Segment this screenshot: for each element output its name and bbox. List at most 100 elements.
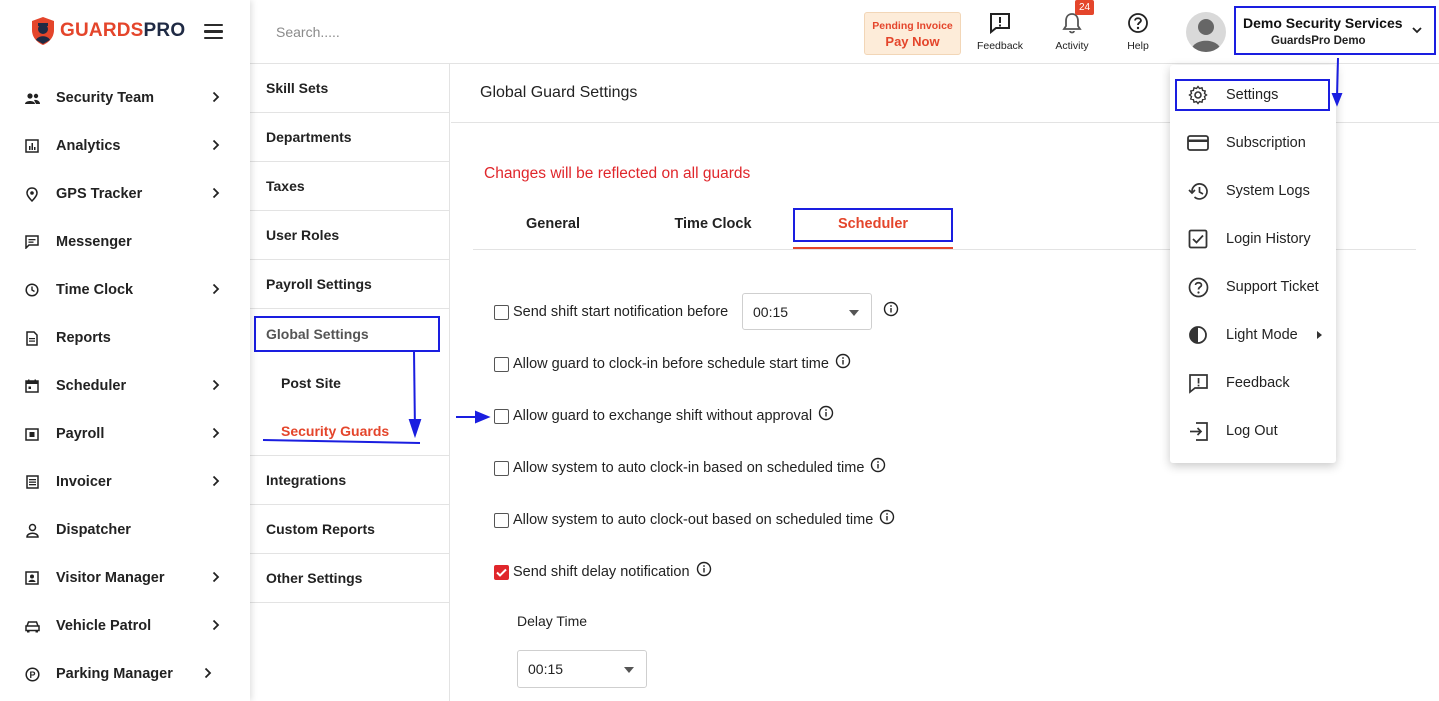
avatar[interactable] — [1186, 12, 1226, 52]
exchange-shift-checkbox[interactable] — [494, 408, 509, 424]
feedback-icon — [990, 13, 1010, 34]
chevron-right-icon — [212, 619, 220, 631]
delay-time-select[interactable]: 00:15 — [517, 650, 647, 688]
settings-item-skill-sets[interactable]: Skill Sets — [250, 64, 449, 113]
pending-invoice-label: Pending Invoice — [872, 20, 953, 32]
sidebar-item-scheduler[interactable]: Scheduler — [0, 362, 250, 410]
sidebar-item-label: Visitor Manager — [56, 570, 165, 586]
option-label: Allow system to auto clock-out based on … — [513, 512, 874, 528]
sidebar-item-label: Vehicle Patrol — [56, 618, 152, 634]
help-button[interactable]: Help — [1108, 12, 1168, 52]
shift-start-notification-checkbox[interactable] — [494, 304, 509, 320]
menu-item-login-history[interactable]: Login History — [1170, 215, 1336, 263]
settings-highlight-box — [1175, 79, 1330, 111]
shift-start-time-select[interactable]: 00:15 — [742, 293, 872, 330]
settings-subitem-post-site[interactable]: Post Site — [250, 359, 449, 407]
settings-subitem-security-guards[interactable]: Security Guards — [250, 407, 449, 455]
car-icon — [24, 618, 40, 634]
help-label: Help — [1127, 40, 1149, 52]
settings-item-integrations[interactable]: Integrations — [250, 456, 449, 505]
auto-clock-out-checkbox[interactable] — [494, 512, 509, 528]
info-icon[interactable] — [870, 457, 886, 473]
sidebar-item-label: Scheduler — [56, 378, 127, 394]
hamburger-menu-icon[interactable] — [204, 24, 223, 40]
delay-time-label: Delay Time — [517, 613, 588, 629]
sidebar-item-reports[interactable]: Reports — [0, 314, 250, 362]
history-icon — [1187, 180, 1209, 202]
feedback-label: Feedback — [976, 40, 1024, 52]
search-input[interactable]: Search..... — [276, 24, 340, 40]
sidebar-item-label: Parking Manager — [56, 666, 173, 682]
info-icon[interactable] — [883, 301, 899, 317]
pay-now-label: Pay Now — [885, 34, 940, 49]
sidebar-item-security-team[interactable]: Security Team — [0, 74, 250, 122]
settings-item-other-settings[interactable]: Other Settings — [250, 554, 449, 603]
location-pin-icon — [24, 186, 40, 202]
info-icon[interactable] — [835, 353, 851, 369]
pending-invoice-button[interactable]: Pending Invoice Pay Now — [864, 12, 961, 55]
sidebar-item-parking-manager[interactable]: P Parking Manager — [0, 650, 250, 698]
menu-item-support-ticket[interactable]: Support Ticket — [1170, 263, 1336, 311]
sidebar-item-label: Security Team — [56, 90, 155, 106]
chevron-down-icon — [1412, 27, 1422, 34]
analytics-icon — [24, 138, 40, 154]
sidebar-item-visitor-manager[interactable]: Visitor Manager — [0, 554, 250, 602]
settings-item-payroll-settings[interactable]: Payroll Settings — [250, 260, 449, 309]
sidebar-item-label: Payroll — [56, 426, 105, 442]
account-dropdown-menu: Settings Subscription System Logs Login … — [1170, 65, 1336, 463]
tab-time-clock[interactable]: Time Clock — [633, 216, 793, 232]
menu-item-subscription[interactable]: Subscription — [1170, 119, 1336, 167]
menu-item-feedback[interactable]: Feedback — [1170, 359, 1336, 407]
option-shift-start-notification: Send shift start notification before — [494, 304, 728, 320]
checkmark-icon — [496, 568, 507, 577]
select-value: 00:15 — [753, 304, 789, 320]
menu-item-light-mode[interactable]: Light Mode — [1170, 311, 1336, 359]
sidebar-item-dispatcher[interactable]: Dispatcher — [0, 506, 250, 554]
option-label: Allow system to auto clock-in based on s… — [513, 460, 865, 476]
payroll-icon — [24, 426, 40, 442]
option-exchange-shift: Allow guard to exchange shift without ap… — [494, 405, 834, 424]
tab-general[interactable]: General — [473, 216, 633, 232]
account-switcher[interactable]: Demo Security Services GuardsPro Demo — [1234, 6, 1436, 55]
menu-item-log-out[interactable]: Log Out — [1170, 407, 1336, 455]
checkbox-icon — [1187, 228, 1209, 250]
chevron-right-icon — [204, 667, 212, 679]
activity-label: Activity — [1055, 40, 1089, 52]
dispatcher-icon — [24, 522, 40, 538]
sidebar-item-payroll[interactable]: Payroll — [0, 410, 250, 458]
sidebar-nav: Security Team Analytics GPS Tracker Mess… — [0, 74, 250, 698]
settings-item-user-roles[interactable]: User Roles — [250, 211, 449, 260]
feedback-button[interactable]: Feedback — [970, 12, 1030, 52]
sidebar-item-time-clock[interactable]: Time Clock — [0, 266, 250, 314]
scheduler-tab-highlight-box — [793, 208, 953, 242]
chevron-right-icon — [212, 283, 220, 295]
menu-item-system-logs[interactable]: System Logs — [1170, 167, 1336, 215]
sidebar-item-invoicer[interactable]: Invoicer — [0, 458, 250, 506]
parking-icon: P — [24, 666, 40, 682]
sidebar-item-analytics[interactable]: Analytics — [0, 122, 250, 170]
settings-item-taxes[interactable]: Taxes — [250, 162, 449, 211]
sidebar-item-gps-tracker[interactable]: GPS Tracker — [0, 170, 250, 218]
document-icon — [24, 330, 40, 346]
settings-item-departments[interactable]: Departments — [250, 113, 449, 162]
caret-down-icon — [849, 310, 859, 316]
bell-icon — [1062, 13, 1082, 34]
calendar-icon — [24, 378, 40, 394]
sidebar-item-vehicle-patrol[interactable]: Vehicle Patrol — [0, 602, 250, 650]
shift-delay-notification-checkbox[interactable] — [494, 564, 509, 580]
sidebar-item-messenger[interactable]: Messenger — [0, 218, 250, 266]
chevron-right-icon — [212, 139, 220, 151]
clock-in-before-start-checkbox[interactable] — [494, 356, 509, 372]
info-icon[interactable] — [818, 405, 834, 421]
auto-clock-in-checkbox[interactable] — [494, 460, 509, 476]
brand-logo[interactable]: GUARDSPRO — [30, 14, 185, 48]
activity-button[interactable]: 24 Activity — [1042, 0, 1102, 52]
info-icon[interactable] — [696, 561, 712, 577]
svg-text:P: P — [29, 670, 35, 680]
settings-item-custom-reports[interactable]: Custom Reports — [250, 505, 449, 554]
chevron-right-icon — [212, 91, 220, 103]
visitor-icon — [24, 570, 40, 586]
info-icon[interactable] — [879, 509, 895, 525]
sidebar-item-label: Dispatcher — [56, 522, 131, 538]
sidebar-item-label: Analytics — [56, 138, 121, 154]
